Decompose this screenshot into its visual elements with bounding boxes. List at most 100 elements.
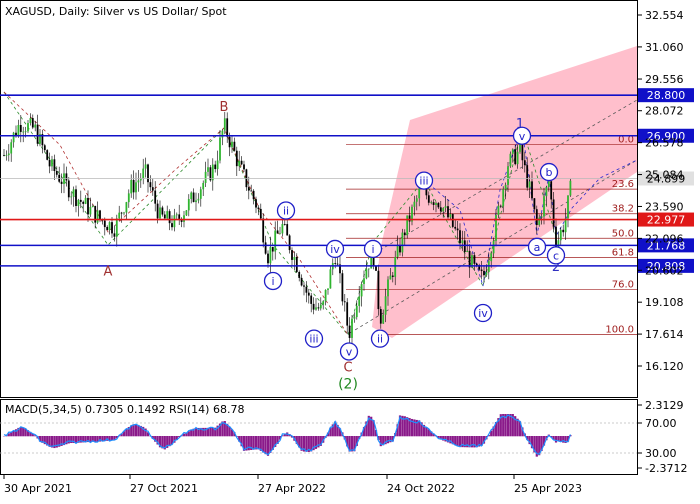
candle-body	[344, 301, 346, 302]
candle-body	[260, 209, 262, 219]
macd-bar	[94, 436, 96, 442]
price-axis-label: 32.554	[645, 9, 684, 22]
wave-label: B	[220, 100, 229, 115]
candle-body	[502, 189, 504, 206]
candle-body	[236, 151, 238, 166]
candle-body	[294, 257, 296, 260]
candle-body	[562, 230, 564, 232]
candle-body	[500, 206, 502, 207]
candle-body	[358, 296, 360, 306]
candle-body	[80, 200, 82, 202]
wave-label: v	[346, 345, 353, 358]
macd-bar	[305, 436, 307, 452]
price-chart[interactable]: 0.023.638.250.061.876.0100.0 28.80026.90…	[0, 0, 700, 500]
fib-level-label: 100.0	[605, 324, 634, 335]
candle-body	[176, 214, 178, 215]
time-axis-label: 27 Oct 2021	[130, 482, 198, 495]
chart-window[interactable]: 0.023.638.250.061.876.0100.0 28.80026.90…	[0, 0, 700, 500]
candle-body	[565, 218, 567, 232]
candle-body	[32, 118, 34, 127]
candle-body	[325, 290, 327, 301]
candle-body	[190, 193, 192, 200]
price-axis-label: 28.072	[645, 105, 684, 118]
macd-bar	[509, 414, 511, 436]
candle-body	[130, 180, 132, 193]
candle-body	[10, 142, 12, 153]
candle-body	[267, 254, 269, 264]
candle-body	[262, 218, 264, 242]
macd-bar	[75, 436, 77, 443]
candle-body	[342, 273, 344, 301]
candle-body	[507, 166, 509, 185]
time-axis-label: 25 Apr 2023	[514, 482, 582, 495]
candle-body	[54, 159, 56, 171]
candle-body	[135, 182, 137, 192]
wave-label: C	[343, 360, 352, 375]
candle-body	[229, 137, 231, 147]
price-axis-label: 19.108	[645, 296, 684, 309]
candle-body	[315, 307, 317, 309]
candle-body	[387, 279, 389, 296]
candle-body	[118, 213, 120, 219]
macd-bar	[557, 436, 559, 441]
chart-header: XAGUSD, Daily: Silver vs US Dollar/ Spot	[5, 5, 227, 18]
candle-body	[248, 187, 250, 190]
candle-body	[454, 227, 456, 229]
candle-body	[111, 222, 113, 233]
candle-body	[234, 142, 236, 151]
fib-level-label: 50.0	[612, 228, 634, 239]
candle-body	[274, 230, 276, 251]
candle-body	[258, 208, 260, 209]
macd-bar	[387, 436, 389, 443]
wave-label: i	[371, 243, 374, 256]
candle-body	[409, 215, 411, 221]
macd-bar	[267, 436, 269, 456]
candle-body	[385, 296, 387, 314]
candle-body	[322, 301, 324, 304]
macd-bar	[68, 436, 70, 443]
candle-body	[404, 233, 406, 236]
macd-bar	[262, 436, 264, 453]
candle-body	[25, 131, 27, 132]
candle-body	[570, 181, 572, 196]
candle-body	[75, 189, 77, 206]
macd-bar	[257, 436, 259, 449]
macd-bar	[89, 436, 91, 442]
macd-bar	[517, 419, 519, 437]
candle-body	[73, 189, 75, 196]
macd-bar	[457, 436, 459, 446]
candle-body	[164, 215, 166, 219]
candle-body	[361, 284, 363, 296]
wave-label: iii	[419, 175, 428, 188]
candle-body	[70, 196, 72, 197]
candle-body	[114, 233, 116, 236]
candle-body	[428, 195, 430, 202]
candle-body	[186, 210, 188, 215]
price-axis-label: 25.084	[645, 169, 684, 182]
wave-label: iv	[478, 307, 488, 320]
candle-body	[174, 215, 176, 227]
candle-body	[313, 304, 315, 310]
candle-body	[414, 202, 416, 207]
fib-level-label: 38.2	[612, 204, 634, 215]
candle-body	[397, 245, 399, 257]
candle-body	[526, 165, 528, 188]
candle-body	[459, 230, 461, 243]
wave-label: a	[534, 241, 541, 254]
candle-body	[327, 288, 329, 290]
candle-body	[82, 202, 84, 204]
macd-bar	[70, 436, 72, 443]
indicator-header: MACD(5,34,5) 0.7305 0.1492 RSI(14) 68.78	[5, 403, 244, 416]
level-price-label: 28.800	[647, 89, 686, 102]
wave-label: (2)	[338, 377, 358, 393]
candle-body	[354, 317, 356, 319]
candle-body	[351, 319, 353, 338]
candle-body	[498, 206, 500, 215]
candle-body	[18, 125, 20, 136]
candle-body	[466, 251, 468, 252]
candle-body	[145, 164, 147, 168]
candle-body	[255, 199, 257, 207]
candle-body	[214, 165, 216, 170]
candle-body	[157, 204, 159, 219]
candle-body	[128, 193, 130, 202]
